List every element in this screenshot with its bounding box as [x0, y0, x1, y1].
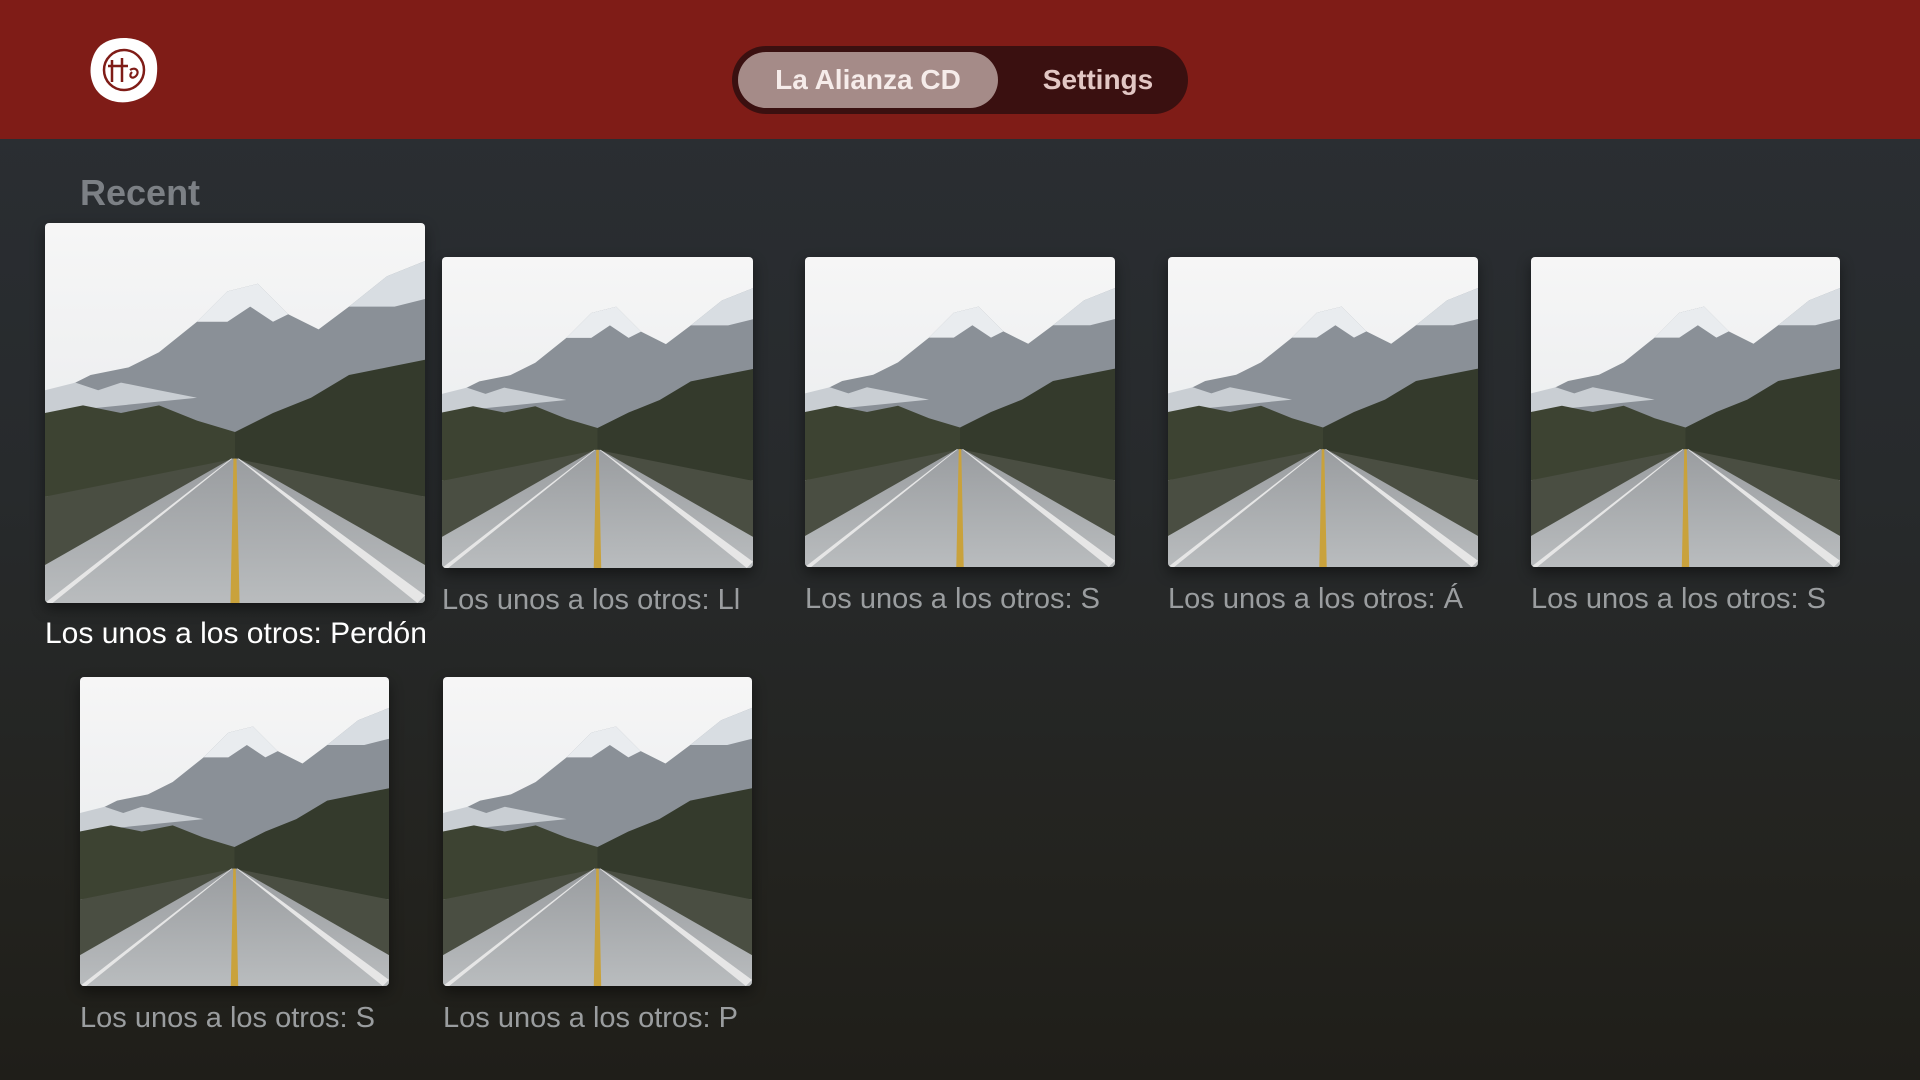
tab-la-alianza-cd[interactable]: La Alianza CD: [738, 52, 998, 108]
recent-item-card[interactable]: Los unos a los otros: Á: [1168, 257, 1478, 622]
recent-item-card[interactable]: Los unos a los otros: S: [80, 677, 389, 1042]
recent-item-caption: Los unos a los otros: Perdón: [45, 617, 425, 650]
album-artwork: [1168, 257, 1478, 567]
recent-item-card[interactable]: Los unos a los otros: P: [443, 677, 752, 1042]
recent-item-card[interactable]: Los unos a los otros: Perdón: [45, 223, 425, 653]
recent-item-caption: Los unos a los otros: S: [80, 1002, 375, 1034]
recent-item-caption: Los unos a los otros: P: [443, 1002, 738, 1034]
recent-item-card[interactable]: Los unos a los otros: Ll: [442, 257, 753, 622]
album-artwork: [443, 677, 752, 986]
section-title-recent: Recent: [80, 172, 201, 213]
album-artwork: [1531, 257, 1840, 567]
album-artwork: [805, 257, 1115, 567]
recent-item-caption: Los unos a los otros: Á: [1168, 583, 1463, 615]
church-logo-icon: [88, 36, 160, 104]
album-artwork: [442, 257, 753, 568]
album-artwork: [80, 677, 389, 986]
recent-item-card[interactable]: Los unos a los otros: S: [1531, 257, 1840, 622]
recent-item-caption: Los unos a los otros: Ll: [442, 584, 741, 616]
album-artwork: [45, 223, 425, 603]
top-navigation-bar: La Alianza CD Settings: [0, 0, 1920, 139]
tab-settings[interactable]: Settings: [1014, 52, 1182, 108]
recent-item-caption: Los unos a los otros: S: [805, 583, 1100, 615]
recent-item-caption: Los unos a los otros: S: [1531, 583, 1826, 615]
recent-item-card[interactable]: Los unos a los otros: S: [805, 257, 1115, 622]
top-tab-bar: La Alianza CD Settings: [732, 46, 1188, 114]
